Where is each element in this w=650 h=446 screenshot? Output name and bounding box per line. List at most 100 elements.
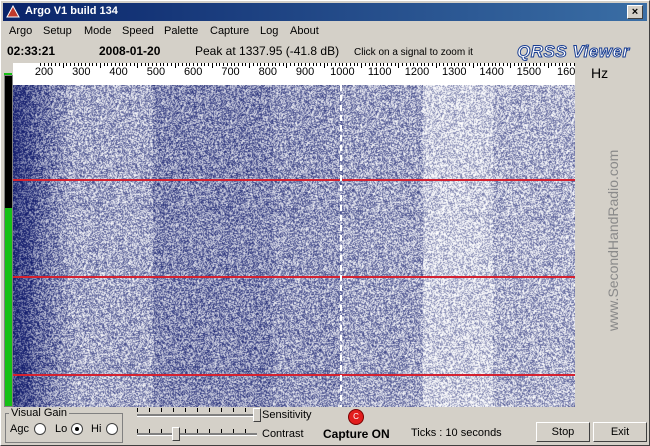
menu-log[interactable]: Log [260,25,278,37]
ruler-minor-tick [167,63,169,66]
ruler-minor-tick [323,63,325,68]
ruler-minor-tick [551,63,553,66]
menu-mode[interactable]: Mode [84,25,112,37]
ruler-minor-tick [182,63,183,66]
menu-palette[interactable]: Palette [164,25,198,37]
menu-argo[interactable]: Argo [9,25,32,37]
ruler-minor-tick [476,63,478,66]
ruler-minor-tick [398,63,400,68]
ruler-minor-tick [316,63,318,66]
ruler-label: 1300 [442,66,467,78]
ruler-label: 400 [109,66,128,78]
watermark-text: www.SecondHandRadio.com [605,149,621,331]
ruler-minor-tick [92,63,94,66]
capture-indicator-icon: C [348,409,364,425]
peak-readout: Peak at 1337.95 (-41.8 dB) [195,44,340,58]
ruler-minor-tick [219,63,221,66]
agc-radio[interactable] [34,423,46,435]
ruler-label: 1400 [479,66,504,78]
ruler-minor-tick [394,63,396,66]
ruler-label: 160 [557,66,576,78]
ruler-minor-tick [178,63,180,66]
ruler-minor-tick [435,63,437,68]
ruler-minor-tick [282,63,284,66]
ruler-label: 200 [34,66,54,78]
ruler-minor-tick [361,63,363,68]
app-window: Argo V1 build 134 × Argo Setup Mode Spee… [0,0,650,446]
grid-line-red [13,179,575,181]
ruler-minor-tick [431,63,433,66]
ruler-minor-tick [320,63,322,66]
ruler-label: 500 [146,66,166,78]
ruler-minor-tick [99,63,101,68]
agc-label: Agc [10,423,29,435]
frequency-marker [340,85,342,407]
lo-radio[interactable] [71,423,83,435]
capture-status: Capture ON [323,427,390,441]
clock-time: 02:33:21 [7,44,56,58]
contrast-slider-track[interactable] [137,433,257,436]
sensitivity-slider-thumb[interactable] [253,408,261,422]
zoom-hint: Click on a signal to zoom it [354,47,473,58]
grid-line-red [13,374,575,376]
ruler-label: 1200 [404,66,430,78]
menu-speed[interactable]: Speed [122,25,154,37]
ruler-label: 1100 [367,66,392,78]
ruler-minor-tick [278,63,280,66]
ruler-minor-tick [513,63,515,66]
hi-label: Hi [91,423,102,435]
hz-unit-label: Hz [591,65,609,81]
ruler-minor-tick [293,63,295,66]
sensitivity-slider-ticks [137,408,253,412]
ruler-label: 600 [184,66,203,78]
ruler-minor-tick [555,63,556,66]
ruler-minor-tick [58,63,60,66]
ruler-minor-tick [137,63,139,68]
waterfall-noise [13,85,575,407]
ruler-minor-tick [241,63,243,66]
ruler-minor-tick [204,63,206,66]
menu-setup[interactable]: Setup [43,25,72,37]
contrast-slider-thumb[interactable] [171,427,180,441]
close-button[interactable]: × [627,5,643,19]
menu-capture[interactable]: Capture [210,25,249,37]
frequency-ruler: 200 300 400 500 600 700 800 900 1000 1100 1200 1300… [13,63,575,85]
exit-button[interactable]: Exit [593,422,647,442]
ruler-minor-tick [55,63,57,66]
contrast-label: Contrast [262,428,304,440]
ruler-minor-tick [249,63,251,68]
ruler-minor-tick [208,63,210,66]
ruler-minor-tick [290,63,292,66]
ruler-minor-tick [70,63,72,66]
ruler-minor-tick [133,63,135,66]
menu-bar: Argo Setup Mode Speed Palette Capture Lo… [3,23,647,41]
spectrogram-display[interactable]: 200 300 400 500 600 700 800 900 1000 1100 1200 1300… [13,63,575,407]
ruler-label: 1500 [516,66,542,78]
qrss-viewer-logo: QRSS Viewer [517,42,630,62]
ruler-label: 700 [221,66,240,78]
ruler-minor-tick [472,63,474,68]
ruler-minor-tick [469,63,471,66]
hi-radio[interactable] [106,423,118,435]
watermark: www.SecondHandRadio.com [605,121,625,331]
ruler-minor-tick [510,63,512,68]
stop-button[interactable]: Stop [536,422,590,442]
ticks-interval: Ticks : 10 seconds [411,427,502,439]
ruler-minor-tick [129,63,131,66]
ruler-minor-tick [140,63,142,66]
sensitivity-slider-track[interactable] [137,414,257,417]
info-bar: 02:33:21 2008-01-20 Peak at 1337.95 (-41… [1,41,649,63]
signal-level-fill [5,208,12,406]
title-bar[interactable]: Argo V1 build 134 × [3,3,647,21]
ruler-minor-tick [286,63,288,68]
menu-about[interactable]: About [290,25,319,37]
ruler-minor-tick [543,63,545,66]
waterfall[interactable] [13,85,575,407]
ruler-minor-tick [357,63,359,66]
app-icon [6,5,20,18]
ruler-minor-tick [174,63,176,68]
visual-gain-legend: Visual Gain [9,407,70,419]
ruler-minor-tick [211,63,213,68]
signal-level-meter [4,75,13,407]
ruler-minor-tick [245,63,247,66]
